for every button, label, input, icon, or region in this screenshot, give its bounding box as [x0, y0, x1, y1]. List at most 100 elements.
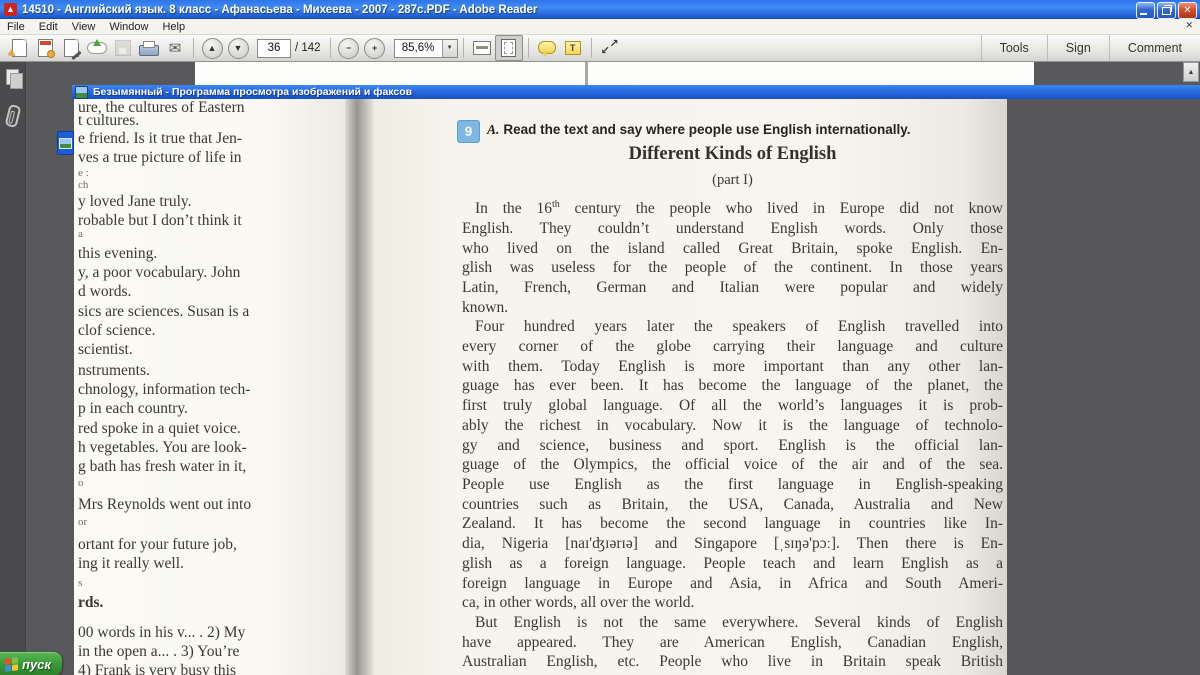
navigation-pane — [0, 61, 26, 675]
book-text-line: foreign language in Europe and Asia, in … — [462, 574, 1003, 592]
attachments-icon[interactable] — [4, 103, 22, 129]
fullscreen-button[interactable]: ↗ ↙ — [597, 36, 623, 60]
book-text-line: who lived on the island called Great Bri… — [462, 239, 1003, 257]
zoom-level-value: 85,6% — [401, 42, 435, 54]
next-page-icon: ▼ — [227, 37, 249, 59]
book-text-line: rds. — [78, 594, 104, 611]
restore-button[interactable] — [1157, 2, 1176, 19]
zoom-in-button[interactable]: + — [362, 36, 388, 60]
adobe-reader-icon: ▲ — [4, 3, 17, 16]
open-file-icon — [6, 39, 27, 60]
text-annotation-button[interactable]: T — [560, 36, 586, 60]
book-text-line: this evening. — [78, 245, 158, 262]
text-subtitle: (part I) — [712, 172, 753, 188]
book-text-line: y, a poor vocabulary. John — [78, 264, 241, 281]
viewer-titlebar[interactable]: Безымянный - Программа просмотра изображ… — [72, 85, 1200, 99]
pdf-page-top-edge — [195, 61, 1034, 86]
picture-thumbnail-icon — [59, 137, 72, 149]
book-text-line: have appeared. They are American English… — [462, 633, 1003, 651]
book-text-line: first truly global language. Of all the … — [462, 397, 1003, 415]
book-text-line: o — [78, 477, 84, 489]
book-text-line: t cultures. — [78, 112, 140, 129]
sign-panel-button[interactable]: Sign — [1046, 35, 1109, 61]
book-text-line: ing it really well. — [78, 555, 184, 572]
book-spine — [345, 99, 375, 675]
open-file-button[interactable] — [6, 36, 32, 60]
fit-page-icon — [501, 39, 517, 57]
book-text-line: glish was useless for the people of the … — [462, 259, 1003, 277]
zoom-out-icon: − — [338, 37, 360, 59]
book-text-line: gy and science, business and sport. Engl… — [462, 436, 1003, 454]
book-text-line: English. They couldn’t understand Englis… — [462, 219, 1003, 237]
sticky-note-button[interactable] — [534, 36, 560, 60]
exercise-number-badge: 9 — [457, 120, 480, 143]
next-page-button[interactable]: ▼ — [225, 36, 251, 60]
book-right-page: 9 A. Read the text and say where people u… — [375, 99, 1007, 675]
menu-item-edit[interactable]: Edit — [32, 21, 65, 33]
book-text-line: Zealand. It has become the second langua… — [462, 515, 1003, 533]
fit-page-button[interactable] — [494, 35, 523, 61]
menu-item-window[interactable]: Window — [102, 21, 155, 33]
book-text-line: d words. — [78, 283, 132, 300]
book-text-line: sics are sciences. Susan is a — [78, 303, 250, 320]
book-text-line: with them. Today English is more importa… — [462, 357, 1003, 375]
previous-page-icon: ▲ — [201, 37, 223, 59]
scanned-book-spread: ure, the cultures of Eastern t cultures. e… — [72, 99, 1200, 675]
book-text-line: glish as a foreign language. People teac… — [462, 554, 1003, 572]
book-text-line: ca, in other words, all over the world. — [462, 594, 695, 612]
book-text-line: Latin, French, German and Italian were p… — [462, 278, 1003, 296]
scrollbar-up-icon[interactable]: ▲ — [1183, 62, 1199, 82]
book-text-line: scientist. — [78, 341, 133, 358]
page-number-input[interactable]: 36 — [257, 38, 291, 58]
book-text-line: 4) Frank is very busy this — [78, 662, 237, 675]
zoom-level-select[interactable]: 85,6% ▼ — [393, 38, 458, 58]
book-text-line: g bath has fresh water in it, — [78, 458, 247, 475]
minimize-icon — [1140, 13, 1147, 15]
zoom-out-button[interactable]: − — [336, 36, 362, 60]
book-text-line: clof science. — [78, 322, 156, 339]
book-left-page: ure, the cultures of Eastern t cultures. e… — [74, 99, 345, 675]
picture-fax-viewer-window: Безымянный - Программа просмотра изображ… — [72, 85, 1200, 675]
sticky-note-icon — [537, 40, 556, 57]
menu-item-file[interactable]: File — [0, 21, 32, 33]
book-text-line: Mrs Reynolds went out into — [78, 496, 252, 513]
book-text-line: in the open a... . 3) You’re — [78, 643, 240, 660]
viewer-title: Безымянный - Программа просмотра изображ… — [93, 86, 413, 98]
share-cloud-button[interactable] — [84, 36, 110, 60]
menu-item-view[interactable]: View — [65, 21, 103, 33]
book-text-line: In the 16th century the people who lived… — [475, 199, 1003, 218]
email-button[interactable]: ✉ — [162, 36, 188, 60]
book-text-line: But English is not the same everywhere. … — [475, 613, 1003, 631]
comment-panel-button[interactable]: Comment — [1108, 35, 1200, 61]
scroll-mode-button[interactable] — [469, 36, 495, 60]
print-button[interactable] — [136, 36, 162, 60]
sign-document-button[interactable] — [58, 36, 84, 61]
window-title: 14510 - Английский язык. 8 класс - Афана… — [22, 3, 538, 16]
book-text-line: nstruments. — [78, 362, 150, 379]
document-close-icon[interactable]: ✕ — [1185, 20, 1193, 31]
picture-viewer-window-icon[interactable] — [57, 131, 74, 155]
adobe-reader-titlebar[interactable]: ▲ 14510 - Английский язык. 8 класс - Афа… — [0, 0, 1200, 19]
start-button[interactable]: пуск — [0, 652, 62, 675]
tools-panel-button[interactable]: Tools — [980, 35, 1047, 61]
convert-pdf-button[interactable] — [32, 36, 58, 60]
previous-page-button[interactable]: ▲ — [199, 36, 225, 60]
zoom-dropdown-arrow-icon[interactable]: ▼ — [441, 39, 457, 57]
minimize-button[interactable] — [1136, 2, 1155, 19]
book-text-line: or — [78, 516, 88, 528]
book-text-line: ably the richest in vocabulary. Now it i… — [462, 416, 1003, 434]
book-text-line: robable but I don’t think it — [78, 212, 242, 229]
book-text-line: dia, Nigeria [naɪ'ʤɪərɪə] and Singapore … — [462, 535, 1003, 553]
book-text-line: s — [78, 577, 83, 589]
page-thumbnails-icon[interactable] — [6, 69, 23, 89]
instruction-text: Read the text and say where people use E… — [503, 122, 911, 137]
save-icon — [115, 40, 131, 56]
book-text-line: Australian English, etc. People who live… — [462, 653, 1003, 671]
save-button[interactable] — [110, 36, 136, 60]
viewer-client-area: ure, the cultures of Eastern t cultures. e… — [72, 99, 1200, 675]
sign-document-icon — [63, 39, 82, 61]
close-button[interactable]: ✕ — [1178, 2, 1197, 19]
start-button-label: пуск — [22, 657, 51, 672]
menu-item-help[interactable]: Help — [155, 21, 192, 33]
book-text-line: h vegetables. You are look- — [78, 439, 247, 456]
